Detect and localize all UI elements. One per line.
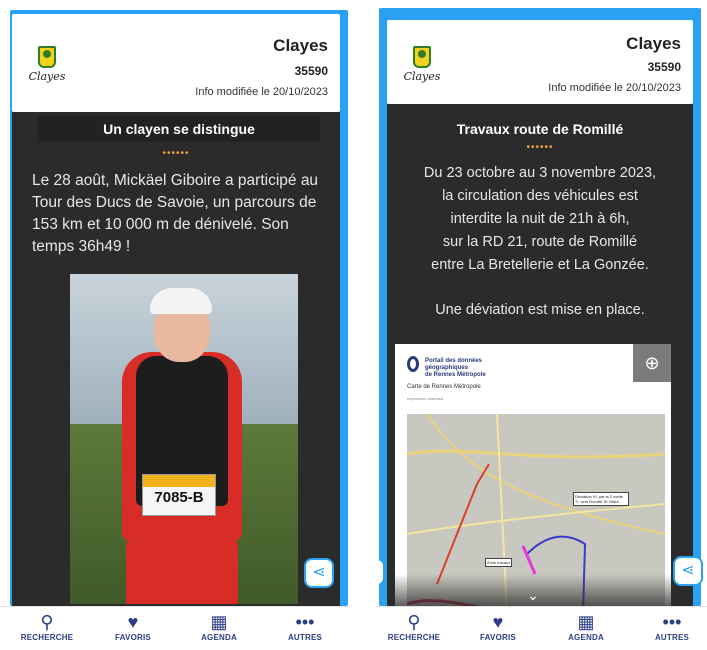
- news-title: Un clayen se distingue: [38, 116, 320, 142]
- body-line: Du 23 octobre au 3 novembre 2023,: [423, 165, 657, 181]
- bottom-nav: ⚲ RECHERCHE ♥ FAVORIS ▦ AGENDA ••• AUTRE…: [375, 606, 707, 650]
- nav-label: AGENDA: [201, 633, 237, 642]
- bottom-nav: ⚲ RECHERCHE ♥ FAVORIS ▦ AGENDA ••• AUTRE…: [0, 606, 350, 650]
- header: Clayes Clayes 35590 Info modifiée le 20/…: [387, 20, 693, 104]
- heart-icon: ♥: [127, 612, 139, 632]
- portal-title: Portail des données géographiques de Ren…: [425, 358, 486, 378]
- search-icon: ⚲: [40, 612, 54, 632]
- more-icon: •••: [295, 612, 315, 632]
- body-line: interdite la nuit de 21h à 6h,: [450, 211, 630, 227]
- news-title: Travaux route de Romillé: [456, 121, 624, 137]
- town-logo: Clayes: [24, 42, 70, 94]
- town-name: Clayes: [626, 34, 681, 53]
- body-line: entre La Bretellerie et La Gonzée.: [431, 257, 649, 273]
- news-body: Le 28 août, Mickäel Giboire a participé …: [32, 172, 319, 255]
- news-body: Du 23 octobre au 3 novembre 2023, la cir…: [401, 162, 679, 322]
- modified-date: Info modifiée le 20/10/2023: [195, 86, 328, 98]
- nav-label: AGENDA: [568, 633, 604, 642]
- race-bib: 7085-B: [142, 474, 216, 516]
- postal-code: 35590: [647, 60, 681, 74]
- nav-item-autres[interactable]: ••• AUTRES: [270, 611, 340, 642]
- separator-dots: ••••••: [526, 142, 554, 153]
- nav-label: FAVORIS: [480, 633, 516, 642]
- map-subtitle: Carte de Rennes Métropole: [407, 384, 481, 390]
- zoom-in-button[interactable]: ⊕: [633, 344, 671, 382]
- nav-label: RECHERCHE: [387, 633, 441, 642]
- share-button[interactable]: ⋖: [673, 556, 703, 586]
- nav-label: RECHERCHE: [20, 633, 74, 642]
- calendar-icon: ▦: [210, 612, 228, 632]
- nav-item-recherche[interactable]: ⚲ RECHERCHE: [12, 611, 82, 642]
- works-zone: [521, 545, 537, 575]
- nav-item-favoris[interactable]: ♥ FAVORIS: [98, 611, 168, 642]
- nav-item-recherche[interactable]: ⚲ RECHERCHE: [379, 611, 449, 642]
- more-icon: •••: [662, 612, 682, 632]
- map-scale-note: Impression standard: [407, 396, 444, 401]
- logo-wordmark: Clayes: [403, 70, 441, 83]
- modified-date: Info modifiée le 20/10/2023: [548, 82, 681, 94]
- phone-screen-right: Clayes Clayes 35590 Info modifiée le 20/…: [375, 0, 707, 650]
- calendar-icon: ▦: [577, 612, 595, 632]
- nav-label: AUTRES: [654, 633, 690, 642]
- callout-works: Zone travaux: [485, 558, 513, 567]
- logo-wordmark: Clayes: [28, 70, 66, 83]
- map-preview[interactable]: Portail des données géographiques de Ren…: [395, 344, 671, 606]
- share-icon: ⋖: [312, 564, 326, 581]
- news-card[interactable]: Travaux route de Romillé •••••• Du 23 oc…: [387, 104, 693, 606]
- nav-item-autres[interactable]: ••• AUTRES: [637, 611, 707, 642]
- tree-icon: [418, 50, 426, 58]
- town-name: Clayes: [273, 36, 328, 55]
- news-card[interactable]: Un clayen se distingue •••••• Le 28 août…: [12, 112, 340, 606]
- zoom-in-icon: ⊕: [644, 353, 660, 373]
- separator-dots: ••••••: [162, 148, 190, 159]
- chevron-down-icon[interactable]: ⌄: [395, 587, 671, 604]
- callout-deviation: Déviation VL par la 2 sortie ?/, vers Ro…: [573, 492, 629, 506]
- nav-label: AUTRES: [287, 633, 323, 642]
- tree-icon: [43, 50, 51, 58]
- search-icon: ⚲: [407, 612, 421, 632]
- header: Clayes Clayes 35590 Info modifiée le 20/…: [12, 14, 340, 112]
- share-icon: ⋖: [681, 562, 695, 579]
- postal-code: 35590: [294, 64, 328, 78]
- nav-item-favoris[interactable]: ♥ FAVORIS: [463, 611, 533, 642]
- runner-photo: 7085-B: [70, 274, 298, 604]
- side-tab-handle[interactable]: [0, 560, 8, 584]
- deviation-text: Une déviation est mise en place.: [435, 302, 645, 318]
- body-line: la circulation des véhicules est: [442, 188, 638, 204]
- nav-label: FAVORIS: [115, 633, 151, 642]
- portal-logo-icon: [407, 356, 419, 372]
- body-line: sur la RD 21, route de Romillé: [442, 234, 638, 250]
- nav-item-agenda[interactable]: ▦ AGENDA: [551, 611, 621, 642]
- bib-number: 7085-B: [154, 489, 204, 506]
- town-logo: Clayes: [399, 42, 445, 94]
- side-tab-handle[interactable]: [375, 560, 383, 584]
- heart-icon: ♥: [492, 612, 504, 632]
- phone-screen-left: Clayes Clayes 35590 Info modifiée le 20/…: [0, 0, 350, 650]
- nav-item-agenda[interactable]: ▦ AGENDA: [184, 611, 254, 642]
- share-button[interactable]: ⋖: [304, 558, 334, 588]
